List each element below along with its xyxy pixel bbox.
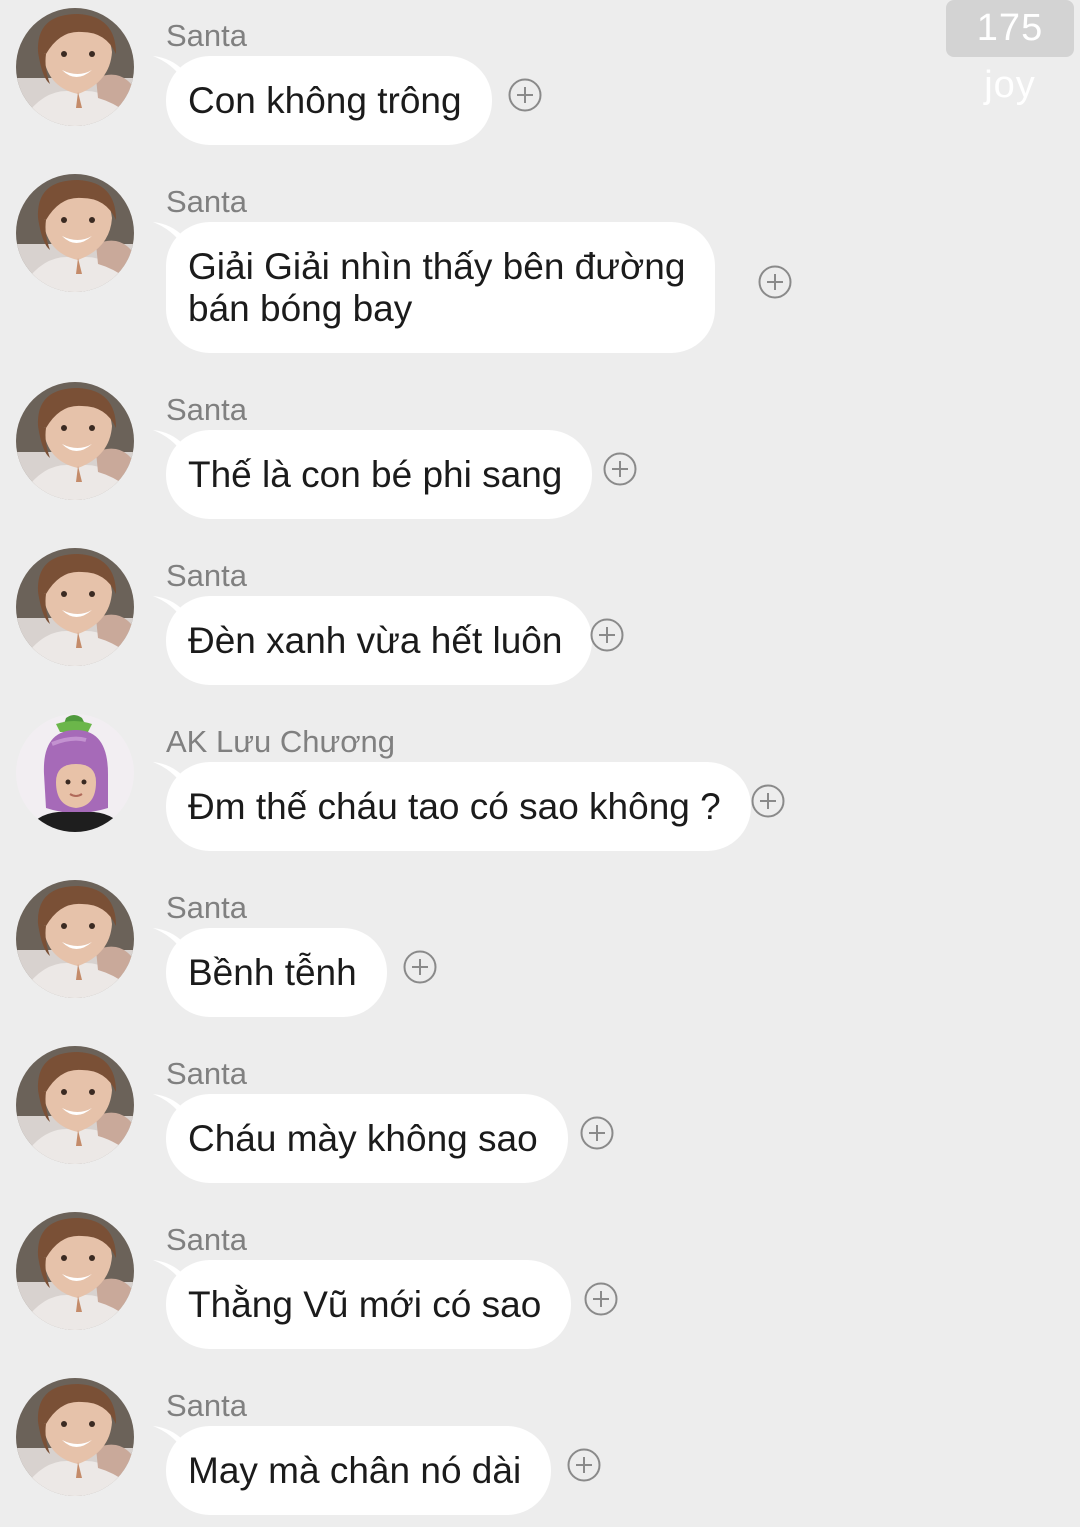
message-text: Bềnh tễnh bbox=[188, 952, 357, 993]
watermark-badge: 175 joy bbox=[946, 0, 1074, 106]
sender-name: Santa bbox=[166, 392, 248, 427]
avatar[interactable] bbox=[16, 382, 134, 500]
sender-name: Santa bbox=[166, 1056, 248, 1091]
sender-name: Santa bbox=[166, 184, 248, 219]
plus-circle-icon[interactable] bbox=[508, 78, 542, 112]
sender-name: Santa bbox=[166, 558, 248, 593]
message-bubble[interactable]: Thằng Vũ mới có sao bbox=[166, 1260, 572, 1349]
avatar[interactable] bbox=[16, 1378, 134, 1496]
plus-circle-icon[interactable] bbox=[751, 784, 785, 818]
sender-name: Santa bbox=[166, 1222, 248, 1257]
avatar[interactable] bbox=[16, 8, 134, 126]
message-bubble[interactable]: Giải Giải nhìn thấy bên đường bán bóng b… bbox=[166, 222, 716, 353]
plus-circle-icon[interactable] bbox=[403, 950, 437, 984]
plus-circle-icon[interactable] bbox=[590, 618, 624, 652]
sender-name: Santa bbox=[166, 1388, 248, 1423]
avatar[interactable] bbox=[16, 714, 134, 832]
message-text: Đm thế cháu tao có sao không ? bbox=[188, 786, 721, 827]
message-bubble[interactable]: Đèn xanh vừa hết luôn bbox=[166, 596, 593, 685]
avatar[interactable] bbox=[16, 1212, 134, 1330]
sender-name: Santa bbox=[166, 18, 248, 53]
message-bubble[interactable]: Thế là con bé phi sang bbox=[166, 430, 593, 519]
message-bubble[interactable]: May mà chân nó dài bbox=[166, 1426, 552, 1515]
message-text: Thằng Vũ mới có sao bbox=[188, 1284, 542, 1325]
plus-circle-icon[interactable] bbox=[603, 452, 637, 486]
sender-name: Santa bbox=[166, 890, 248, 925]
avatar[interactable] bbox=[16, 548, 134, 666]
message-bubble[interactable]: Bềnh tễnh bbox=[166, 928, 387, 1017]
message-bubble[interactable]: Con không trông bbox=[166, 56, 492, 145]
sender-name: AK Lưu Chương bbox=[166, 724, 396, 759]
message-bubble[interactable]: Cháu mày không sao bbox=[166, 1094, 568, 1183]
plus-circle-icon[interactable] bbox=[584, 1282, 618, 1316]
avatar[interactable] bbox=[16, 880, 134, 998]
avatar[interactable] bbox=[16, 174, 134, 292]
plus-circle-icon[interactable] bbox=[580, 1116, 614, 1150]
plus-circle-icon[interactable] bbox=[758, 265, 792, 299]
message-text-line: Giải Giải nhìn thấy bên đường bbox=[188, 246, 686, 287]
message-text: Cháu mày không sao bbox=[188, 1118, 538, 1159]
message-text: Thế là con bé phi sang bbox=[188, 454, 563, 495]
message-text-line: bán bóng bay bbox=[188, 288, 413, 329]
message-text: Con không trông bbox=[188, 80, 462, 121]
message-bubble[interactable]: Đm thế cháu tao có sao không ? bbox=[166, 762, 751, 851]
message-text: May mà chân nó dài bbox=[188, 1450, 522, 1491]
message-text: Đèn xanh vừa hết luôn bbox=[188, 620, 563, 661]
avatar[interactable] bbox=[16, 1046, 134, 1164]
plus-circle-icon[interactable] bbox=[567, 1448, 601, 1482]
